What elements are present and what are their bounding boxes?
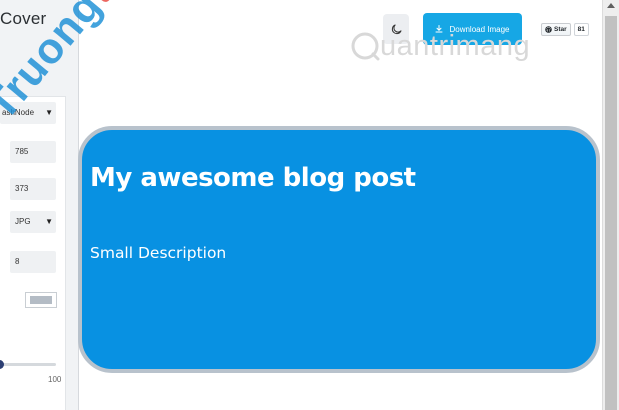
border-radius-input-value: 8 <box>15 257 20 266</box>
border-radius-input[interactable]: 8 <box>10 251 56 273</box>
cover-image-preview: My awesome blog post Small Description <box>78 126 600 373</box>
cover-description: Small Description <box>90 244 227 262</box>
slider-thumb[interactable] <box>0 360 4 369</box>
width-input-value: 785 <box>15 147 29 156</box>
github-star-button[interactable]: Star <box>541 23 571 36</box>
brand-watermark-text: uantrimang <box>380 30 531 62</box>
brand-logo-icon <box>351 32 380 61</box>
chevron-down-icon: ▼ <box>45 217 53 226</box>
cover-title: My awesome blog post <box>90 163 416 193</box>
github-star-count[interactable]: 81 <box>573 23 589 36</box>
color-swatch-fill <box>30 296 52 304</box>
width-input[interactable]: 785 <box>10 141 56 163</box>
vertical-scrollbar[interactable] <box>602 0 619 410</box>
scrollbar-thumb[interactable] <box>605 16 617 410</box>
chevron-down-icon: ▼ <box>45 108 53 117</box>
github-icon <box>545 26 552 33</box>
brand-watermark: uantrimang <box>350 30 530 63</box>
github-star-widget[interactable]: Star 81 <box>541 23 589 36</box>
height-input[interactable]: 373 <box>10 178 56 200</box>
height-input-value: 373 <box>15 184 29 193</box>
slider-track[interactable] <box>0 360 56 369</box>
scroll-up-arrow-icon[interactable] <box>607 3 615 8</box>
format-select-value: JPG <box>15 217 31 226</box>
github-star-label: Star <box>554 26 567 33</box>
format-select[interactable]: JPG ▼ <box>10 211 56 233</box>
settings-panel: ashNode ▼ 785 373 JPG ▼ 8 100 <box>0 96 66 410</box>
slider-max-label: 100 <box>48 375 62 384</box>
color-picker[interactable] <box>25 292 57 308</box>
